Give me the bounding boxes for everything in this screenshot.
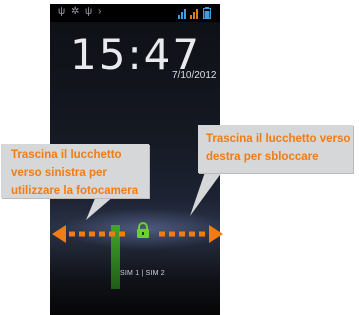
lock-icon[interactable] — [135, 222, 151, 238]
right-arrow — [159, 225, 223, 243]
left-callout-line: verso sinistra per — [11, 167, 107, 179]
right-callout: Trascina il lucchetto verso destra per s… — [198, 125, 353, 173]
sim-labels: SIM 1 | SIM 2 — [120, 270, 165, 277]
left-callout-line: utilizzare la fotocamera — [11, 185, 139, 197]
left-callout-line: Trascina il lucchetto — [11, 149, 122, 161]
right-callout-pointer — [190, 172, 222, 216]
left-arrow — [52, 225, 125, 243]
right-callout-line: Trascina il lucchetto verso — [206, 133, 351, 145]
left-callout: Trascina il lucchetto verso sinistra per… — [1, 144, 149, 198]
right-callout-line: destra per sbloccare — [206, 151, 319, 163]
